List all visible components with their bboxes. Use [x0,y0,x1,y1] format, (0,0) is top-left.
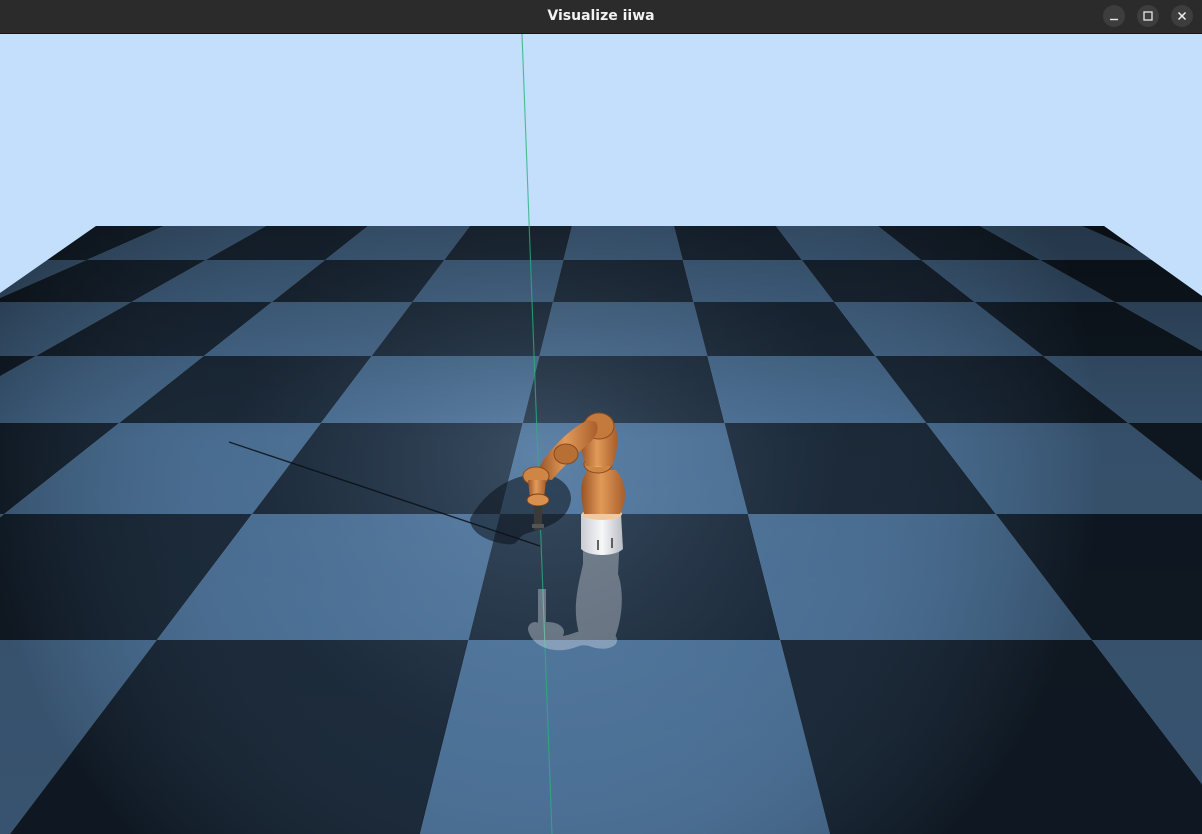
window-title: Visualize iiwa [547,8,655,24]
maximize-button[interactable] [1137,5,1159,27]
minimize-button[interactable] [1103,5,1125,27]
robot-link-1[interactable] [581,470,625,514]
maximize-icon [1143,11,1153,21]
robot-base[interactable] [581,514,623,555]
close-icon [1177,11,1187,21]
close-button[interactable] [1171,5,1193,27]
3d-viewport[interactable] [0,34,1202,834]
app-window: Visualize iiwa [0,0,1202,834]
title-bar[interactable]: Visualize iiwa [0,0,1202,34]
scene-canvas[interactable] [0,34,1202,834]
minimize-icon [1110,18,1118,21]
